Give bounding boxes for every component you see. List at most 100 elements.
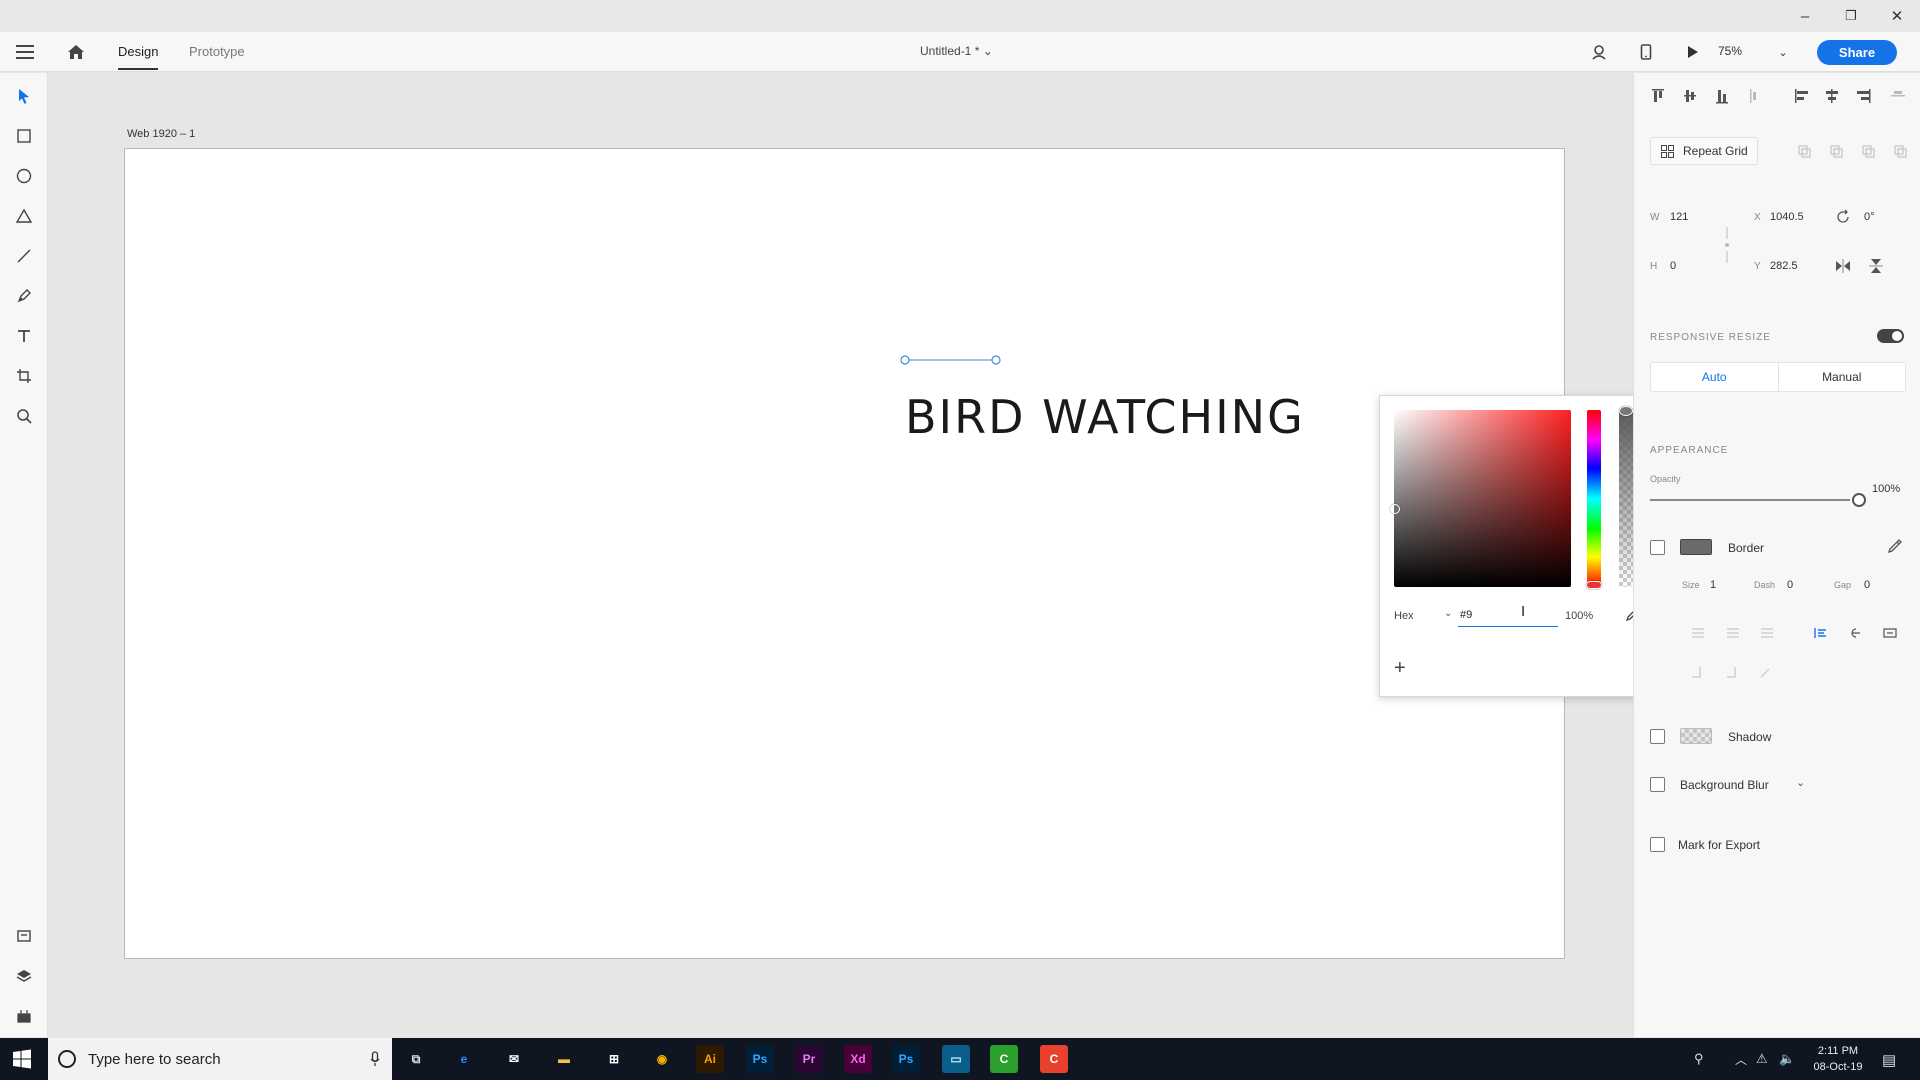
hue-slider-handle[interactable]: [1586, 581, 1602, 589]
hamburger-menu-icon[interactable]: [14, 42, 36, 62]
border-size-field[interactable]: 1: [1710, 579, 1716, 591]
microphone-icon[interactable]: [370, 1051, 380, 1067]
document-title-dropdown[interactable]: Untitled-1 * ⌄: [920, 44, 993, 58]
notifications-icon[interactable]: ▤: [1882, 1051, 1896, 1069]
resize-manual-option[interactable]: Manual: [1779, 363, 1906, 391]
opacity-slider[interactable]: [1650, 493, 1866, 507]
system-clock[interactable]: 2:11 PM 08-Oct-19: [1808, 1043, 1868, 1075]
flip-vertical-icon[interactable]: [1868, 258, 1884, 274]
add-swatch-button[interactable]: +: [1394, 658, 1406, 678]
repeat-grid-label: Repeat Grid: [1683, 144, 1748, 158]
border-label: Border: [1728, 541, 1765, 555]
repeat-grid-button[interactable]: Repeat Grid: [1650, 137, 1758, 165]
windows-start-icon[interactable]: [12, 1049, 32, 1069]
taskbar-app-adobe-xd[interactable]: Xd: [844, 1045, 872, 1073]
shadow-checkbox[interactable]: [1650, 729, 1665, 744]
taskbar-app-task-view[interactable]: ⧉: [402, 1045, 430, 1073]
chevron-up-icon[interactable]: ︿: [1735, 1051, 1747, 1068]
saturation-value-field[interactable]: [1390, 410, 1571, 587]
layers-panel-icon[interactable]: [13, 965, 35, 987]
taskbar-search[interactable]: Type here to search: [48, 1038, 392, 1080]
taskbar-app-app-blue[interactable]: ▭: [942, 1045, 970, 1073]
zoom-chevron-down-icon[interactable]: ⌄: [1773, 42, 1793, 62]
hex-input[interactable]: [1458, 603, 1558, 627]
taskbar-app-app-red[interactable]: C: [1040, 1045, 1068, 1073]
taskbar-app-store[interactable]: ⊞: [600, 1045, 628, 1073]
taskbar-app-photoshop-2[interactable]: Ps: [892, 1045, 920, 1073]
plugins-panel-icon[interactable]: [13, 1005, 35, 1027]
color-picker-popup: Hex ⌄ I 100% +: [1379, 395, 1651, 697]
blur-chevron-down-icon[interactable]: ⌄: [1796, 776, 1805, 789]
device-preview-icon[interactable]: [1636, 42, 1656, 62]
line-end-handle[interactable]: [991, 355, 1001, 365]
close-button[interactable]: ✕: [1874, 0, 1920, 32]
ellipse-tool-icon[interactable]: [13, 165, 35, 187]
polygon-tool-icon[interactable]: [13, 205, 35, 227]
taskbar-app-edge[interactable]: e: [450, 1045, 478, 1073]
tab-prototype[interactable]: Prototype: [189, 44, 245, 59]
color-field-handle[interactable]: [1390, 504, 1400, 514]
opacity-value[interactable]: 100%: [1872, 483, 1900, 495]
play-preview-icon[interactable]: [1682, 42, 1702, 62]
artboard[interactable]: [124, 148, 1565, 959]
flip-horizontal-icon[interactable]: [1835, 258, 1851, 274]
color-mode-select[interactable]: Hex: [1394, 610, 1414, 622]
tools-toolbar: [0, 73, 48, 1037]
headline-text[interactable]: BIRD WATCHING: [905, 390, 1305, 444]
select-tool-icon[interactable]: [13, 85, 35, 107]
opacity-slider-knob[interactable]: [1852, 493, 1866, 507]
zoom-level[interactable]: 75%: [1718, 44, 1742, 58]
artboard-tool-icon[interactable]: [13, 365, 35, 387]
x-field[interactable]: 1040.5: [1770, 211, 1804, 223]
height-field[interactable]: 0: [1670, 260, 1676, 272]
background-blur-checkbox[interactable]: [1650, 777, 1665, 792]
taskbar-app-mail[interactable]: ✉: [500, 1045, 528, 1073]
alpha-slider-handle[interactable]: [1619, 406, 1633, 416]
line-start-handle[interactable]: [900, 355, 910, 365]
rotation-field[interactable]: 0°: [1864, 211, 1875, 223]
resize-auto-option[interactable]: Auto: [1651, 363, 1779, 391]
shadow-color-swatch[interactable]: [1680, 728, 1712, 744]
share-button[interactable]: Share: [1817, 40, 1897, 65]
eyedropper-icon[interactable]: [1887, 538, 1903, 554]
align-bottom-icon: [1716, 90, 1728, 104]
taskbar-app-illustrator[interactable]: Ai: [696, 1045, 724, 1073]
border-gap-field[interactable]: 0: [1864, 579, 1870, 591]
lock-aspect-icon[interactable]: [1722, 225, 1732, 265]
border-dash-field[interactable]: 0: [1787, 579, 1793, 591]
taskbar-app-chrome[interactable]: ◉: [648, 1045, 676, 1073]
hue-slider[interactable]: [1586, 410, 1602, 589]
minimize-button[interactable]: –: [1782, 0, 1828, 32]
volume-icon[interactable]: 🔈: [1779, 1051, 1795, 1067]
taskbar-app-file-explorer[interactable]: ▬: [550, 1045, 578, 1073]
line-tool-icon[interactable]: [13, 245, 35, 267]
width-field[interactable]: 121: [1670, 211, 1688, 223]
assets-panel-icon[interactable]: [13, 925, 35, 947]
people-icon[interactable]: ⚲: [1694, 1051, 1704, 1067]
pen-tool-icon[interactable]: [13, 285, 35, 307]
zoom-tool-icon[interactable]: [13, 405, 35, 427]
user-share-icon[interactable]: [1589, 42, 1609, 62]
taskbar-app-premiere[interactable]: Pr: [795, 1045, 823, 1073]
text-tool-icon[interactable]: [13, 325, 35, 347]
selected-line-element[interactable]: [895, 352, 1005, 368]
responsive-resize-toggle[interactable]: [1877, 329, 1904, 343]
picker-opacity-value[interactable]: 100%: [1565, 610, 1593, 622]
border-checkbox[interactable]: [1650, 540, 1665, 555]
taskbar-app-app-green[interactable]: C: [990, 1045, 1018, 1073]
y-field[interactable]: 282.5: [1770, 260, 1798, 272]
restore-button[interactable]: ❐: [1828, 0, 1874, 32]
rectangle-tool-icon[interactable]: [13, 125, 35, 147]
taskbar-app-photoshop[interactable]: Ps: [746, 1045, 774, 1073]
boolean-ops-icons[interactable]: [1797, 143, 1907, 159]
app-header: Design Prototype Untitled-1 * ⌄ 75% ⌄ Sh…: [0, 32, 1920, 72]
network-icon[interactable]: ⚠: [1756, 1051, 1768, 1067]
home-icon[interactable]: [64, 40, 88, 64]
chevron-down-icon[interactable]: ⌄: [1444, 608, 1452, 619]
alpha-slider[interactable]: [1619, 406, 1633, 587]
artboard-label[interactable]: Web 1920 – 1: [127, 128, 195, 140]
mark-for-export-checkbox[interactable]: [1650, 837, 1665, 852]
stroke-style-buttons[interactable]: [1690, 623, 1910, 693]
tab-design[interactable]: Design: [118, 44, 159, 70]
border-color-swatch[interactable]: [1680, 539, 1712, 555]
